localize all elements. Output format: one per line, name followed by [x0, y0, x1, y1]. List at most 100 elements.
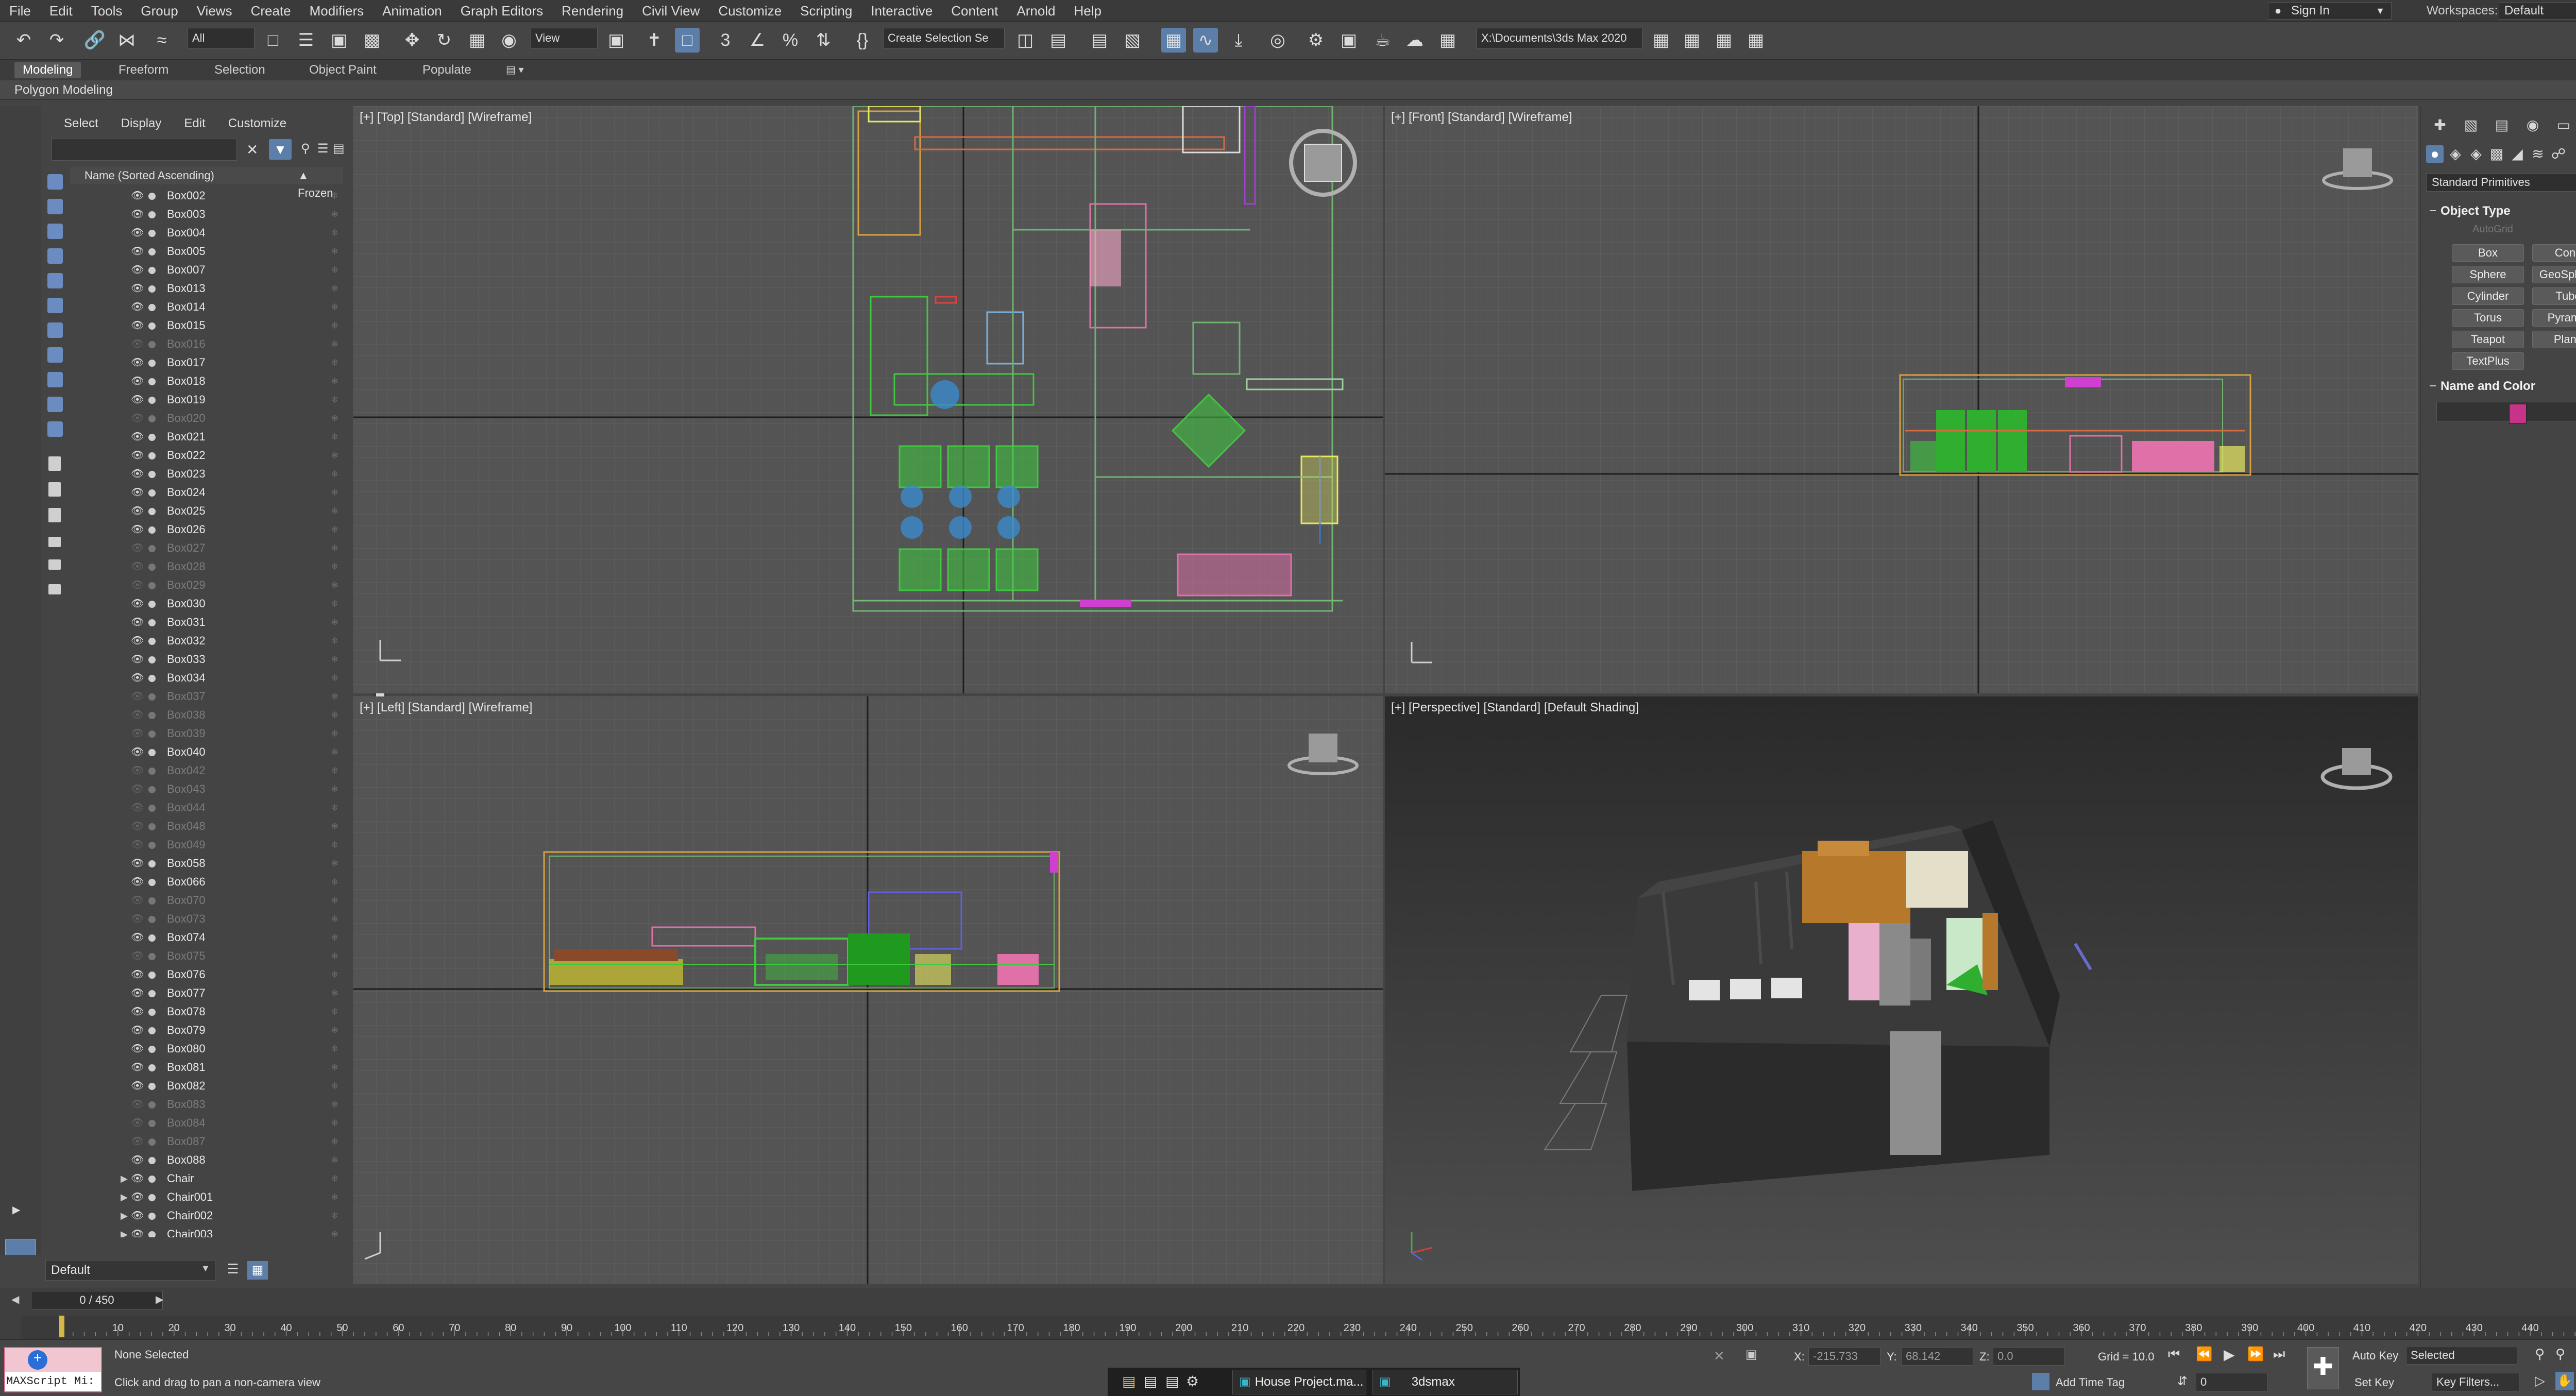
- prev-frame-icon[interactable]: ⏪: [2196, 1346, 2212, 1362]
- freeze-icon[interactable]: ❄: [331, 706, 338, 724]
- visibility-icon[interactable]: 👁: [131, 224, 144, 242]
- list-item[interactable]: 👁 Box080 ❄: [70, 1040, 343, 1058]
- maxscript-input[interactable]: [5, 1348, 101, 1372]
- freeze-icon[interactable]: ❄: [331, 817, 338, 836]
- visibility-icon[interactable]: 👁: [131, 1002, 144, 1021]
- project-folder-icon[interactable]: ▦: [1649, 28, 1673, 53]
- lights-icon[interactable]: ◈: [2467, 145, 2485, 163]
- clear-search-icon[interactable]: ✕: [246, 141, 258, 158]
- freeze-icon[interactable]: ❄: [331, 873, 338, 891]
- object-color-swatch[interactable]: [2509, 404, 2527, 423]
- list-item[interactable]: 👁 Box020 ❄: [70, 409, 343, 428]
- list-item[interactable]: 👁 Box075 ❄: [70, 947, 343, 965]
- visibility-icon[interactable]: 👁: [131, 798, 144, 817]
- list-item[interactable]: 👁 Box013 ❄: [70, 279, 343, 298]
- cone-button[interactable]: Cone: [2532, 244, 2576, 262]
- list-item[interactable]: 👁 Box066 ❄: [70, 873, 343, 891]
- visibility-icon[interactable]: 👁: [131, 1058, 144, 1077]
- menu-rendering[interactable]: Rendering: [552, 0, 633, 22]
- visibility-icon[interactable]: 👁: [131, 298, 144, 316]
- se-menu-display[interactable]: Display: [110, 113, 173, 134]
- zoom-all-icon[interactable]: ⚲: [2555, 1346, 2565, 1362]
- select-manipulate-icon[interactable]: ✝: [642, 28, 667, 53]
- visibility-icon[interactable]: 👁: [131, 1095, 144, 1114]
- list-item[interactable]: 👁 Box015 ❄: [70, 316, 343, 335]
- selection-filter-dropdown[interactable]: All: [188, 28, 255, 48]
- list-item[interactable]: 👁 Box082 ❄: [70, 1077, 343, 1095]
- freeze-icon[interactable]: ❄: [331, 965, 338, 984]
- tab-freeform[interactable]: Freeform: [110, 62, 177, 78]
- menu-tools[interactable]: Tools: [82, 0, 132, 22]
- visibility-icon[interactable]: 👁: [131, 724, 144, 743]
- next-frame-icon[interactable]: ⏩: [2247, 1346, 2264, 1362]
- space-warps-icon[interactable]: ≋: [2529, 145, 2547, 163]
- cylinder-button[interactable]: Cylinder: [2452, 287, 2524, 305]
- visibility-icon[interactable]: 👁: [131, 186, 144, 205]
- taskbar-app-icon-3[interactable]: ▤: [1165, 1373, 1179, 1390]
- freeze-icon[interactable]: ❄: [331, 928, 338, 947]
- tab-populate[interactable]: Populate: [414, 62, 480, 78]
- tube-button[interactable]: Tube: [2532, 287, 2576, 305]
- list-item[interactable]: 👁 Box034 ❄: [70, 669, 343, 687]
- time-slider-right-arrow[interactable]: ▶: [156, 1293, 163, 1306]
- keyboard-shortcut-override-icon[interactable]: □: [675, 28, 700, 53]
- list-item[interactable]: 👁 Box042 ❄: [70, 761, 343, 780]
- align-icon[interactable]: ▤: [1046, 28, 1071, 53]
- workspace-select[interactable]: Default: [2499, 2, 2576, 20]
- scale-icon[interactable]: ▦: [465, 28, 489, 53]
- named-selection-icon[interactable]: {}: [850, 28, 875, 53]
- viewport-top-label[interactable]: [+] [Top] [Standard] [Wireframe]: [360, 110, 532, 125]
- list-item[interactable]: 👁 Box022 ❄: [70, 446, 343, 465]
- visibility-icon[interactable]: 👁: [131, 1206, 144, 1225]
- layer-dropdown[interactable]: Default: [45, 1260, 215, 1281]
- se-menu-customize[interactable]: Customize: [217, 113, 298, 134]
- snaps-toggle-icon[interactable]: 3: [713, 28, 738, 53]
- menu-customize[interactable]: Customize: [709, 0, 791, 22]
- visibility-icon[interactable]: 👁: [131, 687, 144, 706]
- list-item[interactable]: 👁 Box007 ❄: [70, 261, 343, 279]
- tab-selection[interactable]: Selection: [206, 62, 274, 78]
- scene-search-input[interactable]: [52, 138, 237, 161]
- expand-arrow-icon[interactable]: ▶: [121, 1169, 128, 1188]
- menu-interactive[interactable]: Interactive: [861, 0, 942, 22]
- freeze-icon[interactable]: ❄: [331, 632, 338, 650]
- visibility-icon[interactable]: 👁: [131, 1114, 144, 1132]
- render-production-icon[interactable]: ☕: [1370, 28, 1395, 53]
- tab-modeling[interactable]: Modeling: [14, 62, 81, 78]
- taskbar-3dsmax[interactable]: ▣ 3dsmax: [1372, 1370, 1518, 1394]
- visibility-icon[interactable]: 👁: [131, 891, 144, 910]
- set-key-big-icon[interactable]: ✚: [2307, 1347, 2339, 1389]
- list-item[interactable]: 👁 Box083 ❄: [70, 1095, 343, 1114]
- bind-space-warp-icon[interactable]: ≈: [149, 28, 174, 53]
- list-item[interactable]: ▶ 👁 Chair ❄: [70, 1169, 343, 1188]
- key-mode-icon[interactable]: ⇵: [2177, 1374, 2188, 1389]
- freeze-icon[interactable]: ❄: [331, 1077, 338, 1095]
- project-settings-icon[interactable]: ▦: [1743, 28, 1768, 53]
- freeze-icon[interactable]: ❄: [331, 261, 338, 279]
- visibility-icon[interactable]: 👁: [131, 761, 144, 780]
- goto-end-icon[interactable]: ⏭: [2273, 1346, 2285, 1363]
- visibility-icon[interactable]: 👁: [131, 817, 144, 836]
- place-icon[interactable]: ◉: [497, 28, 521, 53]
- unlink-icon[interactable]: ⋈: [114, 28, 139, 53]
- menu-arnold[interactable]: Arnold: [1007, 0, 1064, 22]
- menu-animation[interactable]: Animation: [373, 0, 451, 22]
- freeze-icon[interactable]: ❄: [331, 594, 338, 613]
- viewport-perspective[interactable]: [+] [Perspective] [Standard] [Default Sh…: [1385, 696, 2418, 1284]
- freeze-icon[interactable]: ❄: [331, 242, 338, 261]
- visibility-icon[interactable]: 👁: [131, 836, 144, 854]
- viewport-left[interactable]: [+] [Left] [Standard] [Wireframe]: [353, 696, 1383, 1284]
- visibility-icon[interactable]: 👁: [131, 279, 144, 298]
- visibility-icon[interactable]: 👁: [131, 873, 144, 891]
- list-item[interactable]: 👁 Box076 ❄: [70, 965, 343, 984]
- autogrid-checkbox[interactable]: AutoGrid: [2472, 224, 2513, 235]
- viewport-front-label[interactable]: [+] [Front] [Standard] [Wireframe]: [1391, 110, 1572, 125]
- percent-snap-icon[interactable]: %: [778, 28, 803, 53]
- taskbar-house-project[interactable]: ▣ House Project.ma...: [1232, 1370, 1366, 1394]
- list-item[interactable]: 👁 Box058 ❄: [70, 854, 343, 873]
- visibility-icon[interactable]: 👁: [131, 335, 144, 353]
- taskbar-app-icon-4[interactable]: ⚙: [1186, 1373, 1199, 1390]
- list-item[interactable]: 👁 Box088 ❄: [70, 1151, 343, 1169]
- file-explorer-icon[interactable]: ▤: [1122, 1373, 1136, 1390]
- freeze-icon[interactable]: ❄: [331, 761, 338, 780]
